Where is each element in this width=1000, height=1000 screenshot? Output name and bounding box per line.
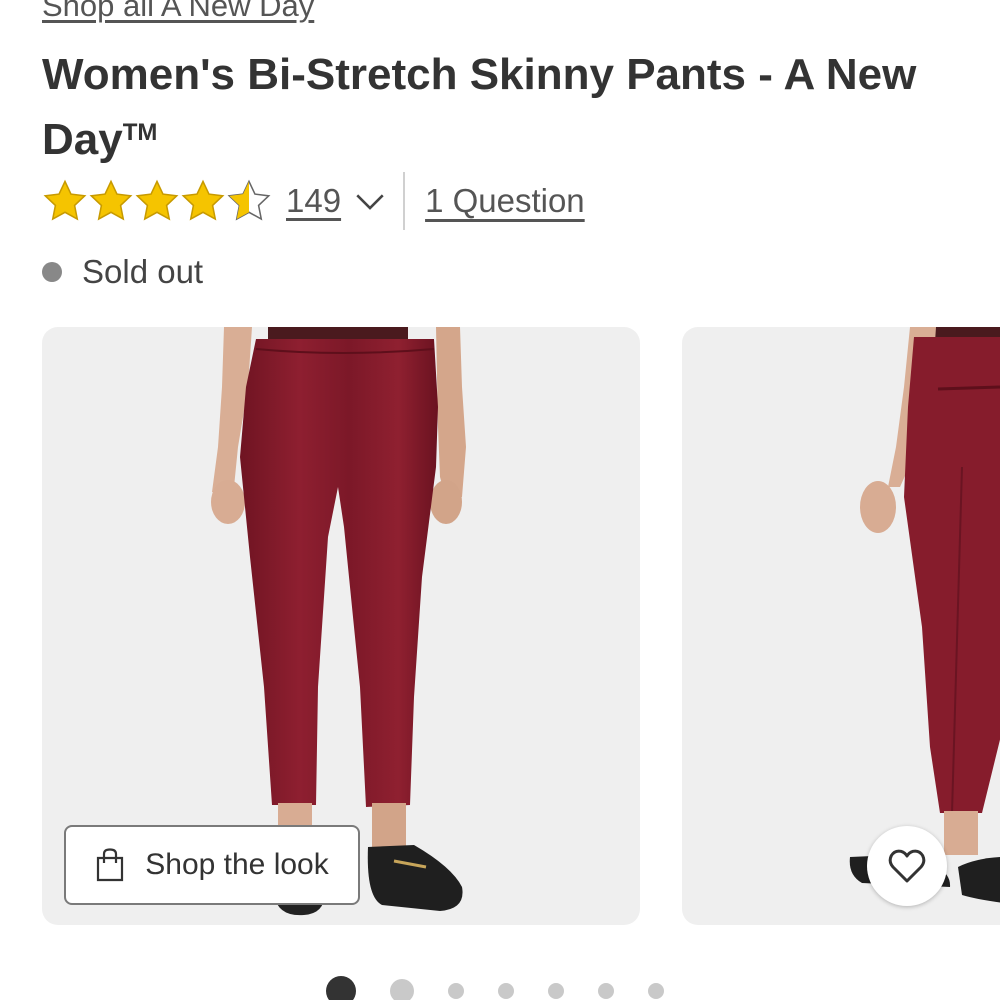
status-text: Sold out xyxy=(82,253,204,290)
product-title: Women's Bi-Stretch Skinny Pants - A New … xyxy=(42,46,942,169)
carousel-dot[interactable] xyxy=(598,983,614,999)
product-photo-back xyxy=(849,327,1000,903)
product-page: Shop all A New Day Women's Bi-Stretch Sk… xyxy=(0,0,1000,1000)
shop-the-look-label: Shop the look xyxy=(145,848,329,881)
shop-the-look-button[interactable]: Shop the look xyxy=(64,825,360,905)
status-dot-icon xyxy=(42,262,62,282)
favorite-button[interactable] xyxy=(867,826,947,906)
carousel-dot[interactable] xyxy=(548,983,564,999)
carousel-dot[interactable] xyxy=(448,983,464,999)
availability-status: Sold out xyxy=(42,250,203,294)
half-star-icon xyxy=(227,179,271,221)
heart-icon xyxy=(888,849,926,883)
trademark-mark: TM xyxy=(122,119,158,146)
carousel-dot[interactable] xyxy=(498,983,514,999)
carousel-dot[interactable] xyxy=(648,983,664,999)
carousel-pagination xyxy=(0,976,1000,1000)
star-icon xyxy=(181,179,225,221)
star-rating[interactable] xyxy=(42,178,272,224)
product-image-back[interactable] xyxy=(682,327,1000,925)
divider xyxy=(403,172,406,230)
star-icon xyxy=(89,179,133,221)
star-icon xyxy=(43,179,87,221)
rating-row: 149 1 Question xyxy=(42,172,585,230)
review-count-link[interactable]: 149 xyxy=(286,182,341,220)
shopping-bag-icon xyxy=(97,848,124,882)
product-title-text: Women's Bi-Stretch Skinny Pants - A New … xyxy=(42,50,917,164)
carousel-dot[interactable] xyxy=(390,979,414,1000)
star-icon xyxy=(135,179,179,221)
carousel-dot-active[interactable] xyxy=(326,976,356,1000)
chevron-down-icon[interactable] xyxy=(353,184,387,218)
questions-link[interactable]: 1 Question xyxy=(425,182,585,220)
shop-brand-link[interactable]: Shop all A New Day xyxy=(42,0,314,24)
